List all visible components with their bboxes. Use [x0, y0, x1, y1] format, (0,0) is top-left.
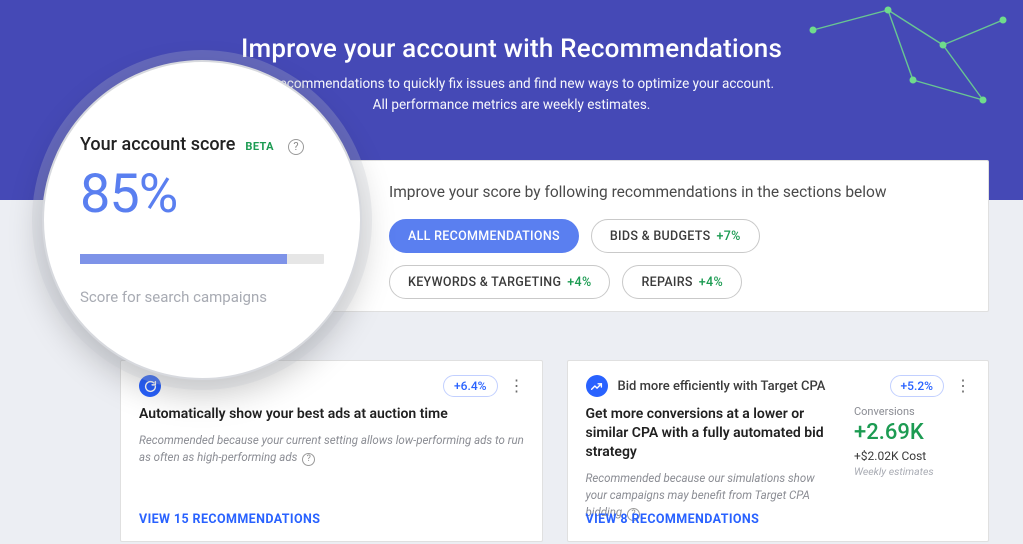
filter-pill-keywords-targeting[interactable]: KEYWORDS & TARGETING+4%	[389, 265, 610, 299]
tile-score-badge: +5.2%	[890, 375, 944, 397]
help-icon[interactable]: ?	[302, 453, 315, 466]
recommendation-tile: Bid more efficiently with Target CPA +5.…	[567, 360, 990, 542]
tile-metrics: Conversions +2.69K +$2.02K Cost Weekly e…	[854, 405, 972, 521]
trending-up-icon	[586, 375, 608, 397]
metric-secondary: +$2.02K Cost	[854, 449, 972, 463]
tile-view-link[interactable]: VIEW 8 RECOMMENDATIONS	[586, 512, 760, 527]
kebab-icon[interactable]: ⋮	[508, 379, 526, 393]
tile-headline: Get more conversions at a lower or simil…	[586, 405, 837, 462]
metric-value: +2.69K	[854, 420, 972, 445]
refresh-icon	[139, 375, 161, 397]
score-value: 85%	[80, 163, 324, 226]
recommendation-tiles: +6.4% ⋮ Automatically show your best ads…	[120, 360, 989, 542]
metric-label: Conversions	[854, 405, 972, 418]
score-progress	[80, 254, 324, 264]
beta-badge: BETA	[245, 140, 274, 153]
filter-pill-row: ALL RECOMMENDATIONS BIDS & BUDGETS+7% KE…	[389, 219, 958, 299]
filter-pill-repairs[interactable]: REPAIRS+4%	[622, 265, 742, 299]
kebab-icon[interactable]: ⋮	[954, 379, 972, 393]
tile-name: Bid more efficiently with Target CPA	[618, 379, 826, 394]
account-score-lens: Your account score BETA ? 85% Score for …	[42, 60, 362, 380]
tile-subtext: Recommended because your current setting…	[139, 432, 526, 467]
tile-score-badge: +6.4%	[443, 375, 497, 397]
filter-pill-bids-budgets[interactable]: BIDS & BUDGETS+7%	[591, 219, 760, 253]
metric-note: Weekly estimates	[854, 465, 972, 478]
recommendation-tile: +6.4% ⋮ Automatically show your best ads…	[120, 360, 543, 542]
score-subtitle: Score for search campaigns	[80, 288, 324, 306]
score-title: Your account score	[80, 134, 235, 155]
filter-pill-all[interactable]: ALL RECOMMENDATIONS	[389, 219, 579, 253]
tile-view-link[interactable]: VIEW 15 RECOMMENDATIONS	[139, 512, 320, 527]
filter-heading: Improve your score by following recommen…	[389, 183, 958, 201]
help-icon[interactable]: ?	[288, 139, 304, 155]
tile-headline: Automatically show your best ads at auct…	[139, 405, 526, 424]
score-progress-fill	[80, 254, 287, 264]
